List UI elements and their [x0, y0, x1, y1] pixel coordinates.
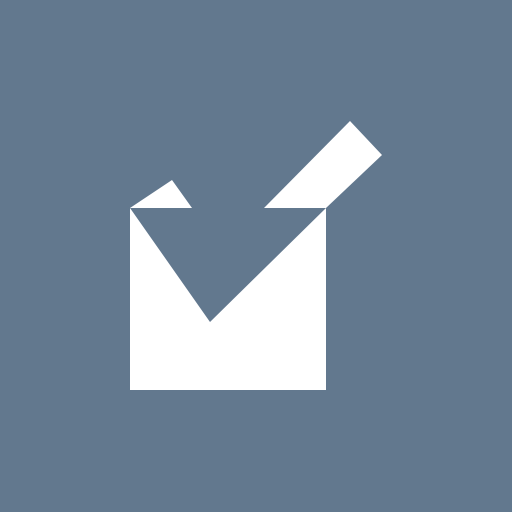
- icon-background: [0, 0, 512, 512]
- app-icon: [0, 0, 512, 512]
- checkbox-checked-icon: [0, 0, 512, 512]
